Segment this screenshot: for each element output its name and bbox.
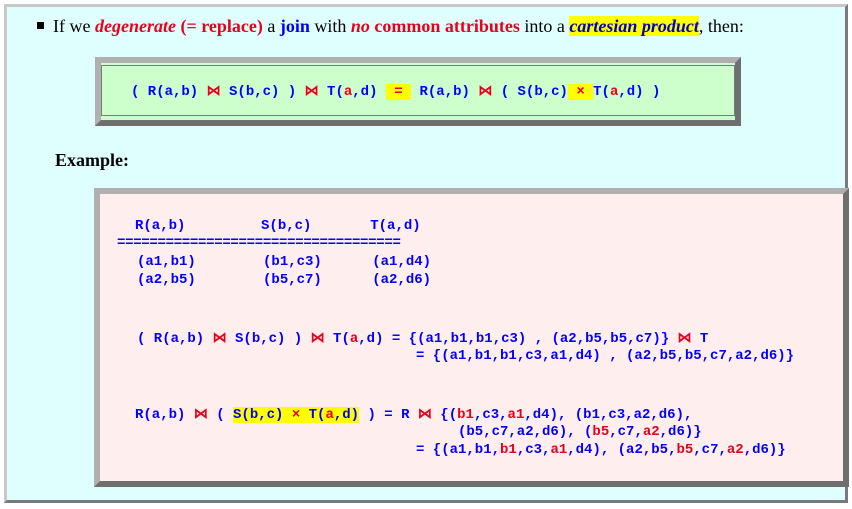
rule-part: ( S(b,c) xyxy=(492,84,568,100)
term-no: no xyxy=(350,16,370,36)
rule-attr-a: a xyxy=(343,84,353,100)
intro-text-5: , then: xyxy=(698,16,744,36)
expr-value-red: b5 xyxy=(592,424,610,440)
table-row-2: (a2,b5) (b5,c7) (a2,d6) xyxy=(137,272,432,288)
intro-text-4: into a xyxy=(519,16,570,36)
right-assoc-step-2: (b5,c7,a2,d6), (b5,c7,a2,d6)} xyxy=(458,424,702,440)
cross-symbol: × xyxy=(291,407,301,423)
expr-value-red: a2 xyxy=(642,424,660,440)
slide-frame: If we degenerate (= replace) a join with… xyxy=(4,4,849,503)
intro-text-2: a xyxy=(262,16,280,36)
highlight-product: ,d) xyxy=(333,407,360,423)
expr-part: S(b,c) ) xyxy=(226,331,311,347)
expr-value-red: b5 xyxy=(676,442,694,458)
equals-symbol: = xyxy=(385,84,412,100)
expr-part: ,c3, xyxy=(473,407,508,423)
expr-attr-a: a xyxy=(325,407,334,423)
example-box: R(a,b) S(b,c) T(a,d) ===================… xyxy=(94,188,849,487)
join-symbol: ⋈ xyxy=(206,84,221,100)
right-assoc-result: = {(a1,b1,b1,c3,a1,d4), (a2,b5,b5,c7,a2,… xyxy=(416,442,786,458)
expr-part: {( xyxy=(431,407,458,423)
expr-value-red: a2 xyxy=(726,442,744,458)
highlight-product: S(b,c) xyxy=(233,407,292,423)
rule-part: T( xyxy=(318,84,344,100)
rule-part: ( R(a,b) xyxy=(131,84,207,100)
expr-part: ,d6)} xyxy=(659,424,702,440)
term-cartesian-product: cartesian product xyxy=(569,16,699,36)
rule-part: R(a,b) xyxy=(411,84,479,100)
term-common-attributes: common attributes xyxy=(369,16,520,36)
bullet-square-icon xyxy=(37,22,44,29)
expr-part: ,d4), (b1,c3,a2,d6), xyxy=(524,407,693,423)
expr-part: ,c7, xyxy=(693,442,727,458)
join-symbol: ⋈ xyxy=(193,407,208,423)
intro-text-1: If we xyxy=(53,16,95,36)
join-symbol: ⋈ xyxy=(310,331,325,347)
term-replace: (= replace) xyxy=(175,16,263,36)
expr-part: ,d) = {(a1,b1,b1,c3) , (a2,b5,b5,c7)} xyxy=(358,331,678,347)
intro-bullet: If we degenerate (= replace) a join with… xyxy=(37,16,744,37)
expr-attr-a: a xyxy=(349,331,359,347)
rule-part: ,d) ) xyxy=(618,84,661,100)
term-join: join xyxy=(279,16,310,36)
expr-value-red: b1 xyxy=(500,442,517,458)
expr-part: = {(a1,b1, xyxy=(416,442,501,458)
intro-text-3: with xyxy=(309,16,351,36)
expr-part: ) = R xyxy=(359,407,418,423)
table-row-1: (a1,b1) (b1,c3) (a1,d4) xyxy=(137,254,432,270)
join-symbol: ⋈ xyxy=(304,84,319,100)
right-assoc-step-1: R(a,b) ⋈ ( S(b,c) × T(a,d) ) = R ⋈ {(b1,… xyxy=(135,406,692,423)
expr-part: ,d4), (a2,b5, xyxy=(567,442,677,458)
rule-box: ( R(a,b) ⋈ S(b,c) ) ⋈ T(a,d) = R(a,b) ⋈ … xyxy=(95,57,741,126)
left-assoc-result: = {(a1,b1,b1,c3,a1,d4) , (a2,b5,b5,c7,a2… xyxy=(416,348,795,364)
join-symbol: ⋈ xyxy=(478,84,493,100)
expr-part: ( R(a,b) xyxy=(137,331,213,347)
expr-value-red: b1 xyxy=(457,407,474,423)
expr-part: R(a,b) xyxy=(135,407,194,423)
join-symbol: ⋈ xyxy=(212,331,227,347)
expr-value-red: a1 xyxy=(550,442,568,458)
expr-part: ,c3, xyxy=(516,442,551,458)
expr-part: T xyxy=(691,331,709,347)
expr-value-red: a1 xyxy=(507,407,525,423)
term-degenerate: degenerate xyxy=(94,16,176,36)
cross-symbol: × xyxy=(567,84,594,100)
table-header: R(a,b) S(b,c) T(a,d) xyxy=(135,218,421,234)
highlight-product: T( xyxy=(300,407,326,423)
join-symbol: ⋈ xyxy=(417,407,432,423)
example-heading: Example: xyxy=(55,150,129,170)
rule-part: T( xyxy=(593,84,610,100)
left-assoc-step-1: ( R(a,b) ⋈ S(b,c) ) ⋈ T(a,d) = {(a1,b1,b… xyxy=(137,330,708,347)
expr-part: ( xyxy=(207,407,234,423)
rule-part: ,d) xyxy=(352,84,386,100)
rule-formula: ( R(a,b) ⋈ S(b,c) ) ⋈ T(a,d) = R(a,b) ⋈ … xyxy=(131,83,660,100)
join-symbol: ⋈ xyxy=(677,331,692,347)
header-divider: =================================== xyxy=(117,235,401,251)
expr-part: ,d6)} xyxy=(743,442,786,458)
expr-part: T( xyxy=(324,331,350,347)
expr-part: ,c7, xyxy=(609,424,643,440)
expr-part: (b5,c7,a2,d6), ( xyxy=(458,424,593,440)
rule-part: S(b,c) ) xyxy=(220,84,305,100)
